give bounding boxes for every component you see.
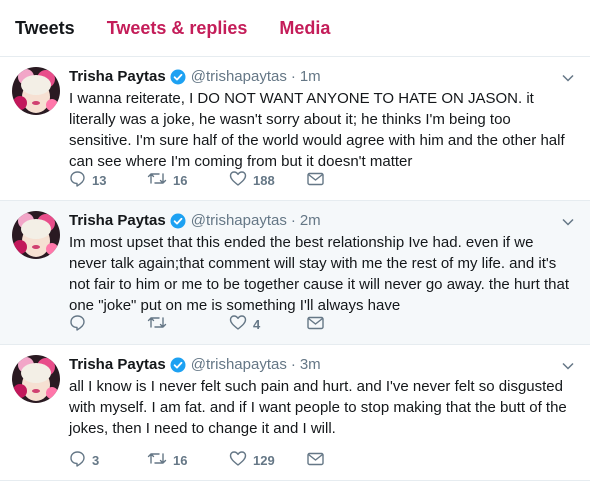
envelope-icon	[307, 452, 330, 469]
tweet-header: Trisha Paytas @trishapaytas · 2m	[69, 211, 576, 231]
author-handle[interactable]: @trishapaytas	[191, 355, 287, 375]
tab-tweets-and-replies[interactable]: Tweets & replies	[107, 18, 248, 56]
heart-icon	[229, 450, 253, 470]
separator-dot: ·	[290, 212, 296, 229]
tweet-header: Trisha Paytas @trishapaytas · 3m	[69, 355, 576, 375]
chevron-down-icon[interactable]	[562, 69, 574, 87]
retweet-icon	[147, 450, 173, 470]
tweet-actions: 13 16 188	[69, 170, 330, 190]
tweet-actions: 4	[69, 314, 330, 334]
tweet-text: I wanna reiterate, I DO NOT WANT ANYONE …	[69, 90, 565, 170]
retweet-button[interactable]	[147, 314, 229, 334]
retweet-icon	[147, 314, 173, 334]
heart-icon	[229, 314, 253, 334]
separator-dot: ·	[290, 356, 296, 373]
avatar[interactable]	[12, 67, 60, 115]
reply-icon	[69, 314, 92, 334]
chevron-down-icon[interactable]	[562, 213, 574, 231]
direct-message-button[interactable]	[307, 316, 330, 333]
chevron-down-icon[interactable]	[562, 357, 574, 375]
author-handle[interactable]: @trishapaytas	[191, 67, 287, 87]
like-count: 188	[253, 172, 275, 188]
verified-badge-icon	[170, 69, 186, 85]
direct-message-button[interactable]	[307, 452, 330, 469]
tweet-text: Im most upset that this ended the best r…	[69, 234, 569, 314]
retweet-button[interactable]: 16	[147, 170, 229, 190]
timestamp[interactable]: 3m	[300, 355, 321, 375]
tweet-text: all I know is I never felt such pain and…	[69, 378, 567, 437]
like-count: 129	[253, 452, 275, 468]
direct-message-button[interactable]	[307, 172, 330, 189]
reply-button[interactable]	[69, 314, 147, 334]
reply-count: 3	[92, 452, 100, 468]
profile-tabs: Tweets Tweets & replies Media	[0, 0, 590, 57]
retweet-count: 16	[173, 452, 188, 468]
author-handle[interactable]: @trishapaytas	[191, 211, 287, 231]
tweet-actions: 3 16 129	[69, 450, 330, 470]
avatar[interactable]	[12, 211, 60, 259]
envelope-icon	[307, 316, 330, 333]
reply-icon	[69, 170, 92, 190]
like-button[interactable]: 4	[229, 314, 307, 334]
envelope-icon	[307, 172, 330, 189]
avatar[interactable]	[12, 355, 60, 403]
verified-badge-icon	[170, 357, 186, 373]
author-name[interactable]: Trisha Paytas	[69, 355, 166, 375]
verified-badge-icon	[170, 213, 186, 229]
timestamp[interactable]: 2m	[300, 211, 321, 231]
author-name[interactable]: Trisha Paytas	[69, 67, 166, 87]
author-name[interactable]: Trisha Paytas	[69, 211, 166, 231]
timestamp[interactable]: 1m	[300, 67, 321, 87]
like-button[interactable]: 129	[229, 450, 307, 470]
reply-count: 13	[92, 172, 107, 188]
retweet-button[interactable]: 16	[147, 450, 229, 470]
tweet[interactable]: Trisha Paytas @trishapaytas · 1m I wanna…	[0, 57, 590, 201]
tweet[interactable]: Trisha Paytas @trishapaytas · 3m all I k…	[0, 345, 590, 481]
retweet-icon	[147, 170, 173, 190]
retweet-count: 16	[173, 172, 188, 188]
reply-icon	[69, 450, 92, 470]
like-button[interactable]: 188	[229, 170, 307, 190]
reply-button[interactable]: 3	[69, 450, 147, 470]
like-count: 4	[253, 316, 261, 332]
tab-media[interactable]: Media	[279, 18, 330, 56]
heart-icon	[229, 170, 253, 190]
reply-button[interactable]: 13	[69, 170, 147, 190]
separator-dot: ·	[290, 68, 296, 85]
tweet[interactable]: Trisha Paytas @trishapaytas · 2m Im most…	[0, 201, 590, 345]
tab-tweets[interactable]: Tweets	[15, 18, 75, 56]
tweet-header: Trisha Paytas @trishapaytas · 1m	[69, 67, 576, 87]
